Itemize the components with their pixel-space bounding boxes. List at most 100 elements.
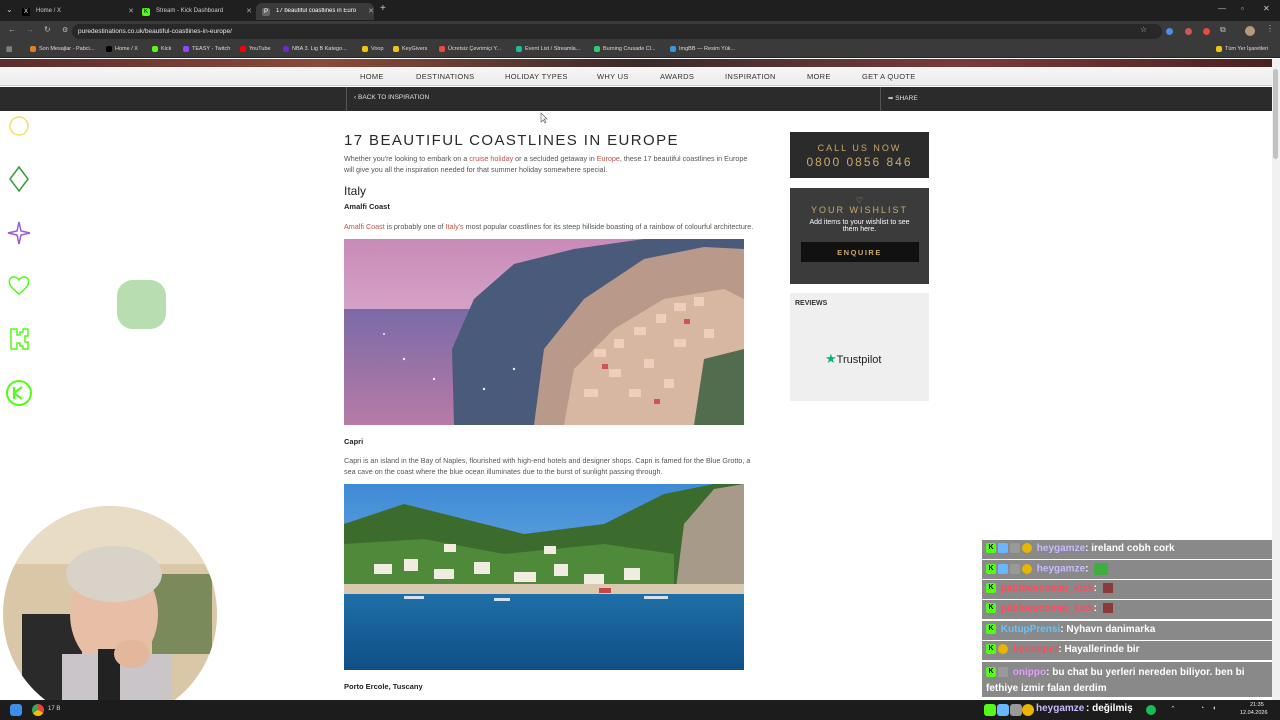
- chat-username[interactable]: KutupPrensi: [1001, 624, 1060, 635]
- chrome-icon[interactable]: [32, 704, 44, 716]
- cruise-holiday-link[interactable]: cruise holiday: [469, 154, 513, 163]
- browser-tab-bar: ⌄ X Home / X ✕ K Stream - Kick Dashboard…: [0, 0, 1280, 21]
- tab-kick-dashboard[interactable]: K Stream - Kick Dashboard ✕: [136, 3, 252, 20]
- gift-badge-icon: [1022, 704, 1034, 716]
- chat-username[interactable]: heygamze: [1037, 564, 1085, 575]
- scrollbar-thumb[interactable]: [1273, 69, 1278, 159]
- volume-icon[interactable]: ◖: [1212, 705, 1216, 712]
- star-icon[interactable]: ☆: [1140, 25, 1147, 34]
- wishlist-box: ♡ YOUR WISHLIST Add items to your wishli…: [790, 188, 929, 284]
- bookmark-item[interactable]: YouTube: [240, 46, 271, 52]
- country-heading: Italy: [344, 184, 367, 198]
- kick-icon: K: [142, 8, 150, 16]
- chat-username[interactable]: onippo: [1013, 667, 1046, 678]
- spotify-icon[interactable]: [1146, 705, 1156, 715]
- chat-username[interactable]: heygamze: [1036, 703, 1084, 714]
- new-tab-icon[interactable]: +: [380, 3, 386, 14]
- windows-start-icon[interactable]: [10, 704, 22, 716]
- close-icon[interactable]: ✕: [368, 7, 374, 15]
- section-text: Capri is an island in the Bay of Naples,…: [344, 455, 784, 477]
- intro-paragraph: Whether you're looking to embark on a cr…: [344, 153, 784, 175]
- minimize-icon[interactable]: —: [1218, 4, 1226, 13]
- x-icon: X: [22, 8, 30, 16]
- restore-icon[interactable]: ▫: [1241, 4, 1244, 13]
- call-us-box[interactable]: CALL US NOW 0800 0856 846: [790, 132, 929, 178]
- site-info-icon[interactable]: ⚙: [62, 26, 68, 34]
- taskbar-app-label[interactable]: 17 B: [48, 706, 60, 712]
- apps-icon[interactable]: ▦: [6, 45, 13, 53]
- all-bookmarks-folder[interactable]: Tüm Yer İşaretleri: [1216, 46, 1268, 52]
- back-icon[interactable]: ←: [8, 25, 16, 34]
- close-window-icon[interactable]: ✕: [1263, 4, 1270, 13]
- moderator-badge-icon: [998, 667, 1008, 678]
- nav-get-a-quote[interactable]: GET A QUOTE: [862, 72, 916, 81]
- share-button[interactable]: ➦ SHARE: [888, 94, 918, 102]
- kick-badge-icon: K: [986, 583, 996, 594]
- chat-message: K pabloescomar_kick:: [982, 600, 1272, 619]
- url-field[interactable]: puredestinations.co.uk/beautiful-coastli…: [72, 24, 1162, 39]
- cursor-icon: [540, 112, 548, 124]
- extension-icon[interactable]: [1166, 28, 1173, 35]
- menu-icon[interactable]: ⋮: [1266, 24, 1274, 33]
- nav-home[interactable]: HOME: [360, 72, 384, 81]
- wifi-icon[interactable]: ◔: [1200, 705, 1204, 712]
- intro-text: or a secluded getaway in: [513, 154, 597, 163]
- chat-username[interactable]: heygamze: [1037, 543, 1085, 554]
- moderator-badge-icon: [1010, 704, 1022, 716]
- bookmark-item[interactable]: Kick: [152, 46, 171, 52]
- bookmark-item[interactable]: ImgBB — Resim Yük...: [670, 46, 735, 52]
- trustpilot-widget[interactable]: ★Trustpilot: [825, 351, 881, 367]
- scrollbar-track[interactable]: [1272, 59, 1280, 700]
- amalfi-coast-link[interactable]: Amalfi Coast: [344, 222, 385, 231]
- bookmark-item[interactable]: TEASY - Twitch: [183, 46, 230, 52]
- nav-holiday-types[interactable]: HOLIDAY TYPES: [505, 72, 568, 81]
- wishlist-title: YOUR WISHLIST: [810, 205, 908, 215]
- nav-more[interactable]: MORE: [807, 72, 831, 81]
- chat-username[interactable]: pabloescomar_kick: [1001, 583, 1094, 594]
- system-tray-icon[interactable]: ⌃: [1170, 705, 1176, 713]
- divider: [880, 87, 881, 111]
- bookmark-item[interactable]: KeyGivers: [393, 46, 427, 52]
- bookmark-item[interactable]: Event List / Streamla...: [516, 46, 580, 52]
- wishlist-text: them here.: [842, 226, 877, 233]
- tab-coastlines[interactable]: P 17 beautiful coastlines in Europe ✕: [256, 3, 374, 20]
- tab-search-icon[interactable]: ⌄: [6, 5, 13, 14]
- italy-link[interactable]: Italy's: [445, 222, 463, 231]
- bookmark-item[interactable]: Son Mesajlar - Pabci...: [30, 46, 94, 52]
- phone-number[interactable]: 0800 0856 846: [790, 155, 929, 169]
- nav-inspiration[interactable]: INSPIRATION: [725, 72, 776, 81]
- close-icon[interactable]: ✕: [128, 7, 134, 15]
- back-to-inspiration-link[interactable]: ‹ BACK TO INSPIRATION: [354, 94, 429, 101]
- forward-icon[interactable]: →: [26, 25, 34, 34]
- star-icon: ★: [825, 351, 837, 366]
- bookmark-item[interactable]: Ücretsiz Çevrimiçi Y...: [439, 46, 501, 52]
- circle-icon: [9, 116, 29, 136]
- enquire-button[interactable]: ENQUIRE: [800, 242, 919, 262]
- clock-time[interactable]: 21:35: [1250, 702, 1264, 708]
- nav-why-us[interactable]: WHY US: [597, 72, 629, 81]
- tab-home-x[interactable]: X Home / X ✕: [16, 3, 134, 20]
- extension-icon[interactable]: [1185, 28, 1192, 35]
- bookmark-item[interactable]: NBA 3. Lig B Katego...: [283, 46, 347, 52]
- nav-awards[interactable]: AWARDS: [660, 72, 694, 81]
- avatar[interactable]: [1245, 26, 1255, 36]
- gift-badge-icon: [1022, 543, 1032, 554]
- section-heading: Capri: [344, 437, 364, 446]
- nav-destinations[interactable]: DESTINATIONS: [416, 72, 474, 81]
- bookmark-item[interactable]: Voop: [362, 46, 384, 52]
- puzzle-icon[interactable]: ⧉: [1220, 25, 1226, 35]
- page-title: 17 BEAUTIFUL COASTLINES IN EUROPE: [344, 132, 679, 149]
- europe-link[interactable]: Europe: [597, 154, 620, 163]
- bookmarks-bar: ▦ Son Mesajlar - Pabci... Home / X Kick …: [0, 42, 1280, 58]
- chat-text: : Hayallerinde bir: [1058, 644, 1140, 655]
- bookmark-item[interactable]: Burning Crusade Cl...: [594, 46, 656, 52]
- chat-username[interactable]: pabloescomar_kick: [1001, 603, 1094, 614]
- close-icon[interactable]: ✕: [246, 7, 252, 15]
- reload-icon[interactable]: ↻: [44, 25, 51, 34]
- bookmark-item[interactable]: Home / X: [106, 46, 138, 52]
- emote-icon: [1102, 583, 1113, 594]
- chat-username[interactable]: bynonper: [1013, 644, 1059, 655]
- subscriber-badge-icon: [997, 704, 1009, 716]
- clock-date[interactable]: 12.04.2026: [1240, 710, 1268, 716]
- extension-icon[interactable]: [1203, 28, 1210, 35]
